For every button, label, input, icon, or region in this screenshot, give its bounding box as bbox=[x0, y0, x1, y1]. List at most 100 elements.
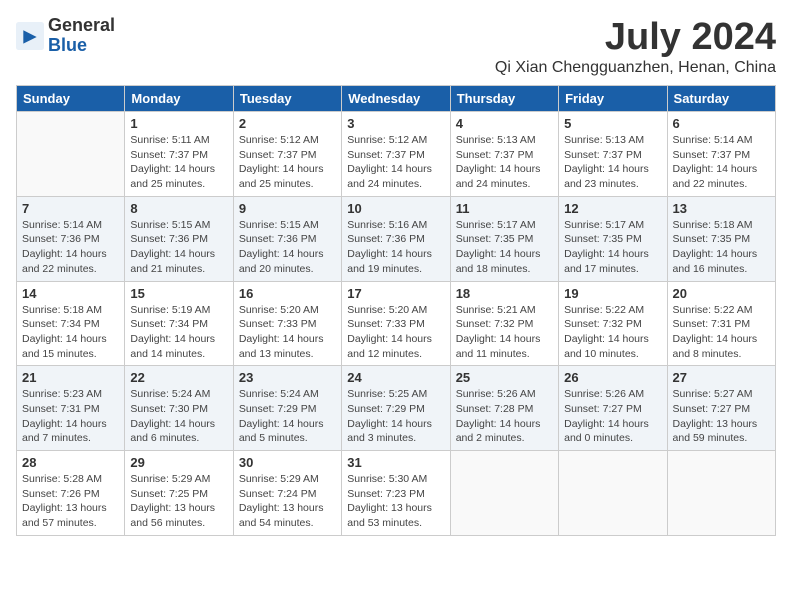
day-info: Sunrise: 5:20 AMSunset: 7:33 PMDaylight:… bbox=[347, 303, 444, 362]
calendar-cell: 16 Sunrise: 5:20 AMSunset: 7:33 PMDayligh… bbox=[233, 281, 341, 366]
day-info: Sunrise: 5:24 AMSunset: 7:30 PMDaylight:… bbox=[130, 387, 227, 446]
calendar-cell: 17 Sunrise: 5:20 AMSunset: 7:33 PMDayligh… bbox=[342, 281, 450, 366]
day-info: Sunrise: 5:22 AMSunset: 7:31 PMDaylight:… bbox=[673, 303, 770, 362]
day-number: 13 bbox=[673, 201, 770, 216]
day-number: 6 bbox=[673, 116, 770, 131]
calendar-header-row: SundayMondayTuesdayWednesdayThursdayFrid… bbox=[17, 86, 776, 112]
day-header-monday: Monday bbox=[125, 86, 233, 112]
day-info: Sunrise: 5:18 AMSunset: 7:34 PMDaylight:… bbox=[22, 303, 119, 362]
day-number: 16 bbox=[239, 286, 336, 301]
day-info: Sunrise: 5:14 AMSunset: 7:37 PMDaylight:… bbox=[673, 133, 770, 192]
day-info: Sunrise: 5:21 AMSunset: 7:32 PMDaylight:… bbox=[456, 303, 553, 362]
calendar-cell bbox=[559, 451, 667, 536]
calendar-cell: 29 Sunrise: 5:29 AMSunset: 7:25 PMDayligh… bbox=[125, 451, 233, 536]
day-number: 15 bbox=[130, 286, 227, 301]
day-number: 9 bbox=[239, 201, 336, 216]
calendar-week-5: 28Sunrise: 5:28 AMSunset: 7:26 PMDayligh… bbox=[17, 451, 776, 536]
day-number: 22 bbox=[130, 370, 227, 385]
calendar-cell: 13 Sunrise: 5:18 AMSunset: 7:35 PMDayligh… bbox=[667, 196, 775, 281]
day-info: Sunrise: 5:24 AMSunset: 7:29 PMDaylight:… bbox=[239, 387, 336, 446]
logo: ▶ General Blue bbox=[16, 16, 115, 56]
day-info: Sunrise: 5:15 AMSunset: 7:36 PMDaylight:… bbox=[130, 218, 227, 277]
day-info: Sunrise: 5:28 AMSunset: 7:26 PMDaylight:… bbox=[22, 472, 119, 531]
calendar-cell: 21Sunrise: 5:23 AMSunset: 7:31 PMDayligh… bbox=[17, 366, 125, 451]
day-number: 11 bbox=[456, 201, 553, 216]
calendar-cell: 15 Sunrise: 5:19 AMSunset: 7:34 PMDayligh… bbox=[125, 281, 233, 366]
day-info: Sunrise: 5:17 AMSunset: 7:35 PMDaylight:… bbox=[456, 218, 553, 277]
calendar-cell bbox=[667, 451, 775, 536]
day-number: 29 bbox=[130, 455, 227, 470]
day-info: Sunrise: 5:29 AMSunset: 7:24 PMDaylight:… bbox=[239, 472, 336, 531]
calendar-cell: 20 Sunrise: 5:22 AMSunset: 7:31 PMDayligh… bbox=[667, 281, 775, 366]
day-number: 3 bbox=[347, 116, 444, 131]
calendar-body: 1Sunrise: 5:11 AMSunset: 7:37 PMDaylight… bbox=[17, 112, 776, 536]
day-number: 20 bbox=[673, 286, 770, 301]
day-info: Sunrise: 5:19 AMSunset: 7:34 PMDaylight:… bbox=[130, 303, 227, 362]
day-info: Sunrise: 5:13 AMSunset: 7:37 PMDaylight:… bbox=[564, 133, 661, 192]
logo-general: General bbox=[48, 15, 115, 35]
day-info: Sunrise: 5:12 AMSunset: 7:37 PMDaylight:… bbox=[347, 133, 444, 192]
logo-blue: Blue bbox=[48, 35, 87, 55]
day-number: 25 bbox=[456, 370, 553, 385]
day-info: Sunrise: 5:13 AMSunset: 7:37 PMDaylight:… bbox=[456, 133, 553, 192]
calendar-cell: 28Sunrise: 5:28 AMSunset: 7:26 PMDayligh… bbox=[17, 451, 125, 536]
day-info: Sunrise: 5:12 AMSunset: 7:37 PMDaylight:… bbox=[239, 133, 336, 192]
calendar-cell: 8 Sunrise: 5:15 AMSunset: 7:36 PMDaylight… bbox=[125, 196, 233, 281]
calendar-week-4: 21Sunrise: 5:23 AMSunset: 7:31 PMDayligh… bbox=[17, 366, 776, 451]
day-number: 30 bbox=[239, 455, 336, 470]
day-number: 7 bbox=[22, 201, 119, 216]
day-number: 23 bbox=[239, 370, 336, 385]
calendar-week-2: 7 Sunrise: 5:14 AMSunset: 7:36 PMDaylight… bbox=[17, 196, 776, 281]
day-info: Sunrise: 5:14 AMSunset: 7:36 PMDaylight:… bbox=[22, 218, 119, 277]
calendar-cell: 2 Sunrise: 5:12 AMSunset: 7:37 PMDaylight… bbox=[233, 112, 341, 197]
calendar-cell bbox=[17, 112, 125, 197]
calendar-cell: 14Sunrise: 5:18 AMSunset: 7:34 PMDayligh… bbox=[17, 281, 125, 366]
day-number: 26 bbox=[564, 370, 661, 385]
day-number: 19 bbox=[564, 286, 661, 301]
day-info: Sunrise: 5:18 AMSunset: 7:35 PMDaylight:… bbox=[673, 218, 770, 277]
day-info: Sunrise: 5:15 AMSunset: 7:36 PMDaylight:… bbox=[239, 218, 336, 277]
calendar-week-1: 1Sunrise: 5:11 AMSunset: 7:37 PMDaylight… bbox=[17, 112, 776, 197]
calendar-cell: 26 Sunrise: 5:26 AMSunset: 7:27 PMDayligh… bbox=[559, 366, 667, 451]
day-number: 5 bbox=[564, 116, 661, 131]
calendar-cell: 27 Sunrise: 5:27 AMSunset: 7:27 PMDayligh… bbox=[667, 366, 775, 451]
calendar-cell: 5 Sunrise: 5:13 AMSunset: 7:37 PMDaylight… bbox=[559, 112, 667, 197]
day-number: 8 bbox=[130, 201, 227, 216]
calendar-cell: 9 Sunrise: 5:15 AMSunset: 7:36 PMDaylight… bbox=[233, 196, 341, 281]
day-number: 12 bbox=[564, 201, 661, 216]
day-header-thursday: Thursday bbox=[450, 86, 558, 112]
day-header-wednesday: Wednesday bbox=[342, 86, 450, 112]
calendar-cell: 24Sunrise: 5:25 AMSunset: 7:29 PMDayligh… bbox=[342, 366, 450, 451]
day-number: 10 bbox=[347, 201, 444, 216]
day-header-sunday: Sunday bbox=[17, 86, 125, 112]
calendar-cell: 11 Sunrise: 5:17 AMSunset: 7:35 PMDayligh… bbox=[450, 196, 558, 281]
day-number: 1 bbox=[130, 116, 227, 131]
day-number: 21 bbox=[22, 370, 119, 385]
day-header-saturday: Saturday bbox=[667, 86, 775, 112]
day-number: 17 bbox=[347, 286, 444, 301]
day-number: 27 bbox=[673, 370, 770, 385]
logo-icon: ▶ bbox=[16, 22, 44, 50]
main-title: July 2024 bbox=[495, 16, 776, 59]
day-info: Sunrise: 5:27 AMSunset: 7:27 PMDaylight:… bbox=[673, 387, 770, 446]
calendar-cell: 18Sunrise: 5:21 AMSunset: 7:32 PMDayligh… bbox=[450, 281, 558, 366]
calendar-cell: 23 Sunrise: 5:24 AMSunset: 7:29 PMDayligh… bbox=[233, 366, 341, 451]
subtitle: Qi Xian Chengguanzhen, Henan, China bbox=[495, 59, 776, 77]
day-number: 2 bbox=[239, 116, 336, 131]
day-info: Sunrise: 5:29 AMSunset: 7:25 PMDaylight:… bbox=[130, 472, 227, 531]
calendar-table: SundayMondayTuesdayWednesdayThursdayFrid… bbox=[16, 85, 776, 536]
calendar-cell: 1Sunrise: 5:11 AMSunset: 7:37 PMDaylight… bbox=[125, 112, 233, 197]
svg-text:▶: ▶ bbox=[23, 25, 37, 45]
calendar-cell: 12 Sunrise: 5:17 AMSunset: 7:35 PMDayligh… bbox=[559, 196, 667, 281]
day-info: Sunrise: 5:20 AMSunset: 7:33 PMDaylight:… bbox=[239, 303, 336, 362]
calendar-cell: 22 Sunrise: 5:24 AMSunset: 7:30 PMDayligh… bbox=[125, 366, 233, 451]
day-info: Sunrise: 5:17 AMSunset: 7:35 PMDaylight:… bbox=[564, 218, 661, 277]
day-number: 24 bbox=[347, 370, 444, 385]
calendar-cell: 25Sunrise: 5:26 AMSunset: 7:28 PMDayligh… bbox=[450, 366, 558, 451]
calendar-cell: 10Sunrise: 5:16 AMSunset: 7:36 PMDayligh… bbox=[342, 196, 450, 281]
day-header-tuesday: Tuesday bbox=[233, 86, 341, 112]
day-info: Sunrise: 5:22 AMSunset: 7:32 PMDaylight:… bbox=[564, 303, 661, 362]
day-info: Sunrise: 5:26 AMSunset: 7:27 PMDaylight:… bbox=[564, 387, 661, 446]
calendar-cell: 30 Sunrise: 5:29 AMSunset: 7:24 PMDayligh… bbox=[233, 451, 341, 536]
day-number: 4 bbox=[456, 116, 553, 131]
